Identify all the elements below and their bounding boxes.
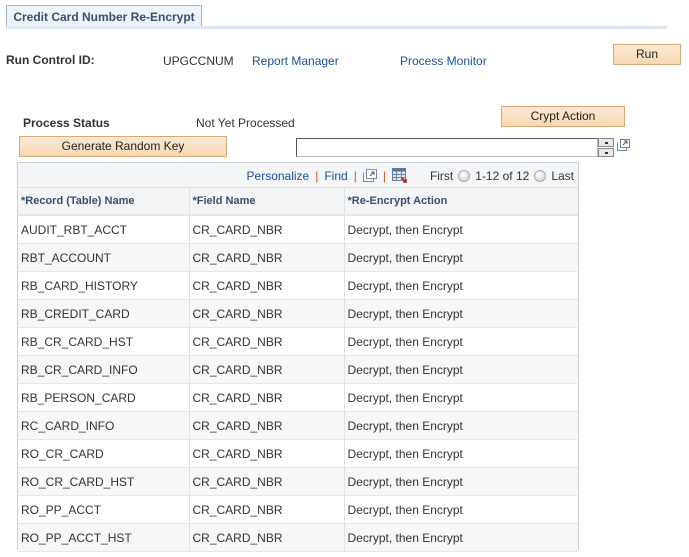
table-row: RO_PP_ACCT_HST CR_CARD_NBR Decrypt, then E… [18,523,578,552]
field-name-cell: CR_CARD_NBR [189,299,345,328]
field-name-cell: CR_CARD_NBR [189,523,345,552]
record-name-cell: RO_CR_CARD [18,439,190,468]
record-name-cell: RC_CARD_INFO [18,411,190,440]
record-name-cell: RB_CR_CARD_INFO [18,355,190,384]
page-tab[interactable]: Credit Card Number Re-Encrypt [6,5,202,27]
record-name-cell: RO_CR_CARD_HST [18,467,190,496]
action-cell: Decrypt, then Encrypt [344,495,578,524]
action-cell: Decrypt, then Encrypt [344,411,578,440]
action-cell: Decrypt, then Encrypt [344,243,578,272]
toolbar-separator: | [382,168,386,183]
table-row: RB_CREDIT_CARD CR_CARD_NBR Decrypt, then E… [18,299,578,328]
report-manager-link[interactable]: Report Manager [252,54,339,68]
record-grid: Personalize | Find | | First 1-12 of 12 … [17,162,579,552]
tab-divider [6,26,667,29]
field-name-cell: CR_CARD_NBR [189,243,345,272]
table-header-row: *Record (Table) Name *Field Name *Re-Enc… [18,188,578,216]
field-name-cell: CR_CARD_NBR [189,327,345,356]
run-control-value: UPGCCNUM [163,54,234,68]
table-row: RB_PERSON_CARD CR_CARD_NBR Decrypt, then E… [18,383,578,412]
field-name-cell: CR_CARD_NBR [189,439,345,468]
field-name-cell: CR_CARD_NBR [189,215,345,244]
view-all-icon[interactable] [362,169,377,182]
record-name-cell: AUDIT_RBT_ACCT [18,215,190,244]
download-spreadsheet-icon[interactable] [391,168,408,183]
spin-up-icon[interactable] [598,138,614,147]
field-name-cell: CR_CARD_NBR [189,383,345,412]
action-cell: Decrypt, then Encrypt [344,467,578,496]
table-row: RO_PP_ACCT CR_CARD_NBR Decrypt, then Encry… [18,495,578,524]
run-control-label: Run Control ID: [6,53,95,67]
last-link[interactable]: Last [551,169,574,183]
column-header-record[interactable]: *Record (Table) Name [18,188,190,216]
action-cell: Decrypt, then Encrypt [344,523,578,552]
action-cell: Decrypt, then Encrypt [344,439,578,468]
toolbar-separator: | [315,168,319,183]
table-row: RBT_ACCOUNT CR_CARD_NBR Decrypt, then Encr… [18,243,578,272]
key-input[interactable] [296,138,598,157]
record-name-cell: RO_PP_ACCT_HST [18,523,190,552]
record-name-cell: RB_PERSON_CARD [18,383,190,412]
column-header-action[interactable]: *Re-Encrypt Action [344,188,578,216]
process-status-value: Not Yet Processed [196,116,295,130]
field-name-cell: CR_CARD_NBR [189,495,345,524]
first-link[interactable]: First [430,169,453,183]
table-row: RB_CARD_HISTORY CR_CARD_NBR Decrypt, then … [18,271,578,300]
field-name-cell: CR_CARD_NBR [189,411,345,440]
personalize-link[interactable]: Personalize [247,169,310,183]
spin-down-icon[interactable] [598,148,614,157]
grid-toolbar: Personalize | Find | | First 1-12 of 12 … [18,163,578,188]
table-row: RB_CR_CARD_INFO CR_CARD_NBR Decrypt, then … [18,355,578,384]
action-cell: Decrypt, then Encrypt [344,383,578,412]
record-name-cell: RB_CREDIT_CARD [18,299,190,328]
field-name-cell: CR_CARD_NBR [189,355,345,384]
record-name-cell: RB_CARD_HISTORY [18,271,190,300]
record-name-cell: RBT_ACCOUNT [18,243,190,272]
column-header-field[interactable]: *Field Name [189,188,345,216]
table-row: AUDIT_RBT_ACCT CR_CARD_NBR Decrypt, then E… [18,215,578,244]
record-name-cell: RB_CR_CARD_HST [18,327,190,356]
next-page-icon[interactable] [534,169,547,182]
record-table: *Record (Table) Name *Field Name *Re-Enc… [18,188,578,552]
page-range: 1-12 of 12 [475,168,530,183]
table-row: RB_CR_CARD_HST CR_CARD_NBR Decrypt, then E… [18,327,578,356]
process-status-label: Process Status [23,116,110,130]
record-name-cell: RO_PP_ACCT [18,495,190,524]
action-cell: Decrypt, then Encrypt [344,327,578,356]
field-name-cell: CR_CARD_NBR [189,467,345,496]
action-cell: Decrypt, then Encrypt [344,355,578,384]
action-cell: Decrypt, then Encrypt [344,299,578,328]
expand-window-icon[interactable] [617,139,630,151]
generate-random-key-button[interactable]: Generate Random Key [19,136,227,157]
table-row: RO_CR_CARD CR_CARD_NBR Decrypt, then Encry… [18,439,578,468]
process-monitor-link[interactable]: Process Monitor [400,54,487,68]
toolbar-separator: | [353,168,357,183]
action-cell: Decrypt, then Encrypt [344,271,578,300]
field-name-cell: CR_CARD_NBR [189,271,345,300]
previous-page-icon[interactable] [458,169,471,182]
crypt-action-button[interactable]: Crypt Action [501,106,625,127]
find-link[interactable]: Find [324,169,347,183]
action-cell: Decrypt, then Encrypt [344,215,578,244]
table-row: RO_CR_CARD_HST CR_CARD_NBR Decrypt, then E… [18,467,578,496]
run-button[interactable]: Run [613,44,681,65]
key-spinner[interactable] [598,138,614,157]
table-row: RC_CARD_INFO CR_CARD_NBR Decrypt, then Enc… [18,411,578,440]
